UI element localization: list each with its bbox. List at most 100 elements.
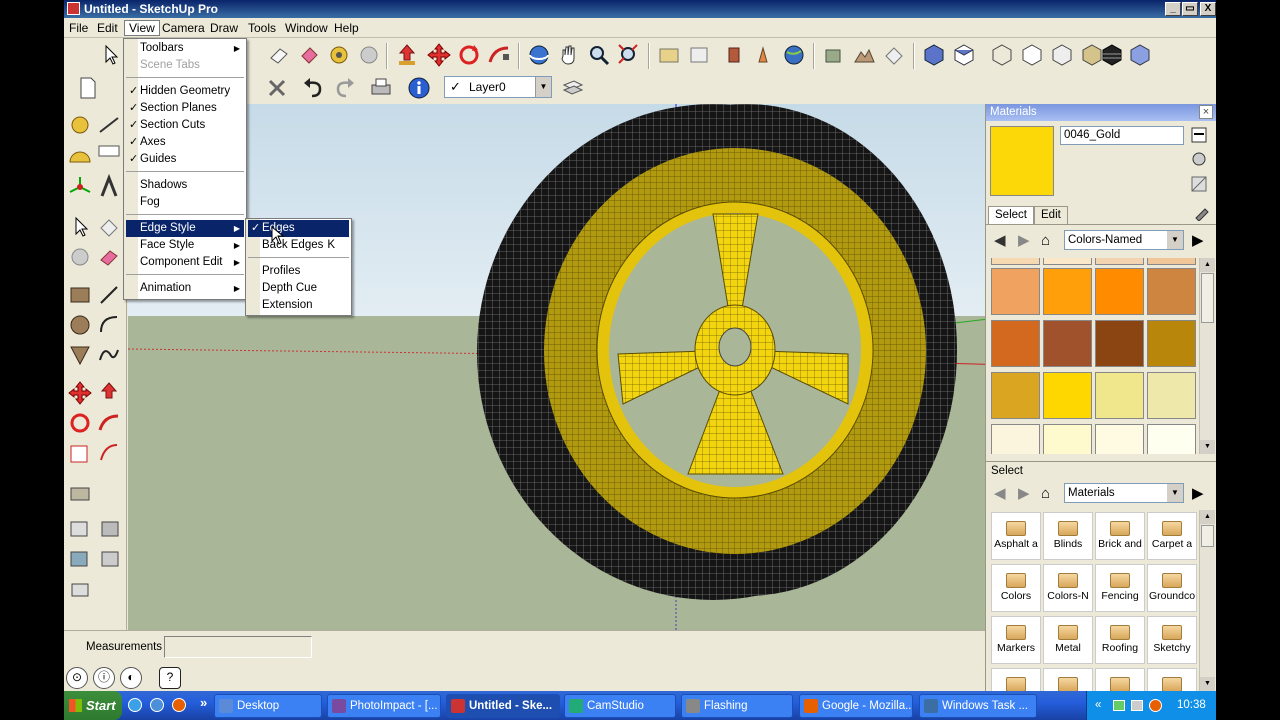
- home-icon[interactable]: ⌂: [1041, 233, 1050, 248]
- help-icon[interactable]: ?: [159, 667, 181, 689]
- display-section-planes-icon[interactable]: [67, 516, 93, 542]
- google-earth-icon[interactable]: [781, 42, 807, 68]
- freehand-icon[interactable]: [96, 342, 122, 368]
- menu-camera[interactable]: Camera: [158, 20, 209, 36]
- add-location-icon[interactable]: [821, 42, 847, 68]
- scroll-up-icon[interactable]: ▲: [1200, 510, 1215, 524]
- menu-edit[interactable]: Edit: [93, 20, 122, 36]
- menu-tools[interactable]: Tools: [244, 20, 280, 36]
- text-label-icon[interactable]: [96, 142, 122, 168]
- wireframe-style-icon[interactable]: [1019, 42, 1045, 68]
- geo-location-icon[interactable]: ⊙: [66, 667, 88, 689]
- forward-arrow-icon[interactable]: ▶: [1018, 486, 1030, 501]
- color-swatch[interactable]: [1043, 372, 1092, 419]
- taskbar-item[interactable]: PhotoImpact - [...: [327, 694, 441, 718]
- default-material-icon[interactable]: [1189, 174, 1209, 194]
- scale-icon[interactable]: [67, 440, 93, 466]
- axes-icon[interactable]: [67, 174, 93, 200]
- xray-style-icon[interactable]: [989, 42, 1015, 68]
- material-folder[interactable]: Metal: [1043, 616, 1093, 664]
- cut-icon[interactable]: [264, 75, 290, 101]
- start-button[interactable]: Start: [64, 691, 122, 720]
- ie-quicklaunch-icon[interactable]: [128, 698, 142, 712]
- menu-item-profiles[interactable]: Profiles: [248, 263, 349, 280]
- top-view-icon[interactable]: [951, 42, 977, 68]
- chevron-down-icon[interactable]: ▼: [535, 77, 551, 97]
- extension-warehouse-icon[interactable]: [751, 42, 777, 68]
- back-arrow-icon[interactable]: ◀: [994, 486, 1006, 501]
- material-folder[interactable]: Colors: [991, 564, 1041, 612]
- quicklaunch-more[interactable]: »: [200, 695, 207, 710]
- taskbar-item[interactable]: Untitled - Ske...: [446, 694, 560, 718]
- user-icon[interactable]: ◐: [120, 667, 142, 689]
- browser-quicklaunch-icon[interactable]: [150, 698, 164, 712]
- circle-icon[interactable]: [67, 312, 93, 338]
- walk-icon[interactable]: [67, 576, 93, 602]
- material-folder[interactable]: Groundco: [1147, 564, 1197, 612]
- material-folder[interactable]: [991, 668, 1041, 691]
- menu-window[interactable]: Window: [281, 20, 332, 36]
- menu-draw[interactable]: Draw: [206, 20, 242, 36]
- model-info-icon[interactable]: [406, 75, 432, 101]
- paint-bucket-icon[interactable]: [296, 42, 322, 68]
- taskbar-item[interactable]: Flashing: [681, 694, 793, 718]
- photo-textures-icon[interactable]: [881, 42, 907, 68]
- color-swatch[interactable]: [991, 258, 1040, 265]
- firefox-tray-icon[interactable]: [1149, 699, 1162, 712]
- color-swatch[interactable]: [1095, 320, 1144, 367]
- line-icon[interactable]: [96, 282, 122, 308]
- share-model-icon[interactable]: [686, 42, 712, 68]
- material-folder[interactable]: Blinds: [1043, 512, 1093, 560]
- scroll-down-icon[interactable]: ▼: [1200, 677, 1215, 691]
- color-swatch[interactable]: [991, 424, 1040, 454]
- arc-icon[interactable]: [96, 312, 122, 338]
- offset-icon[interactable]: [96, 440, 122, 466]
- color-swatch[interactable]: [1147, 372, 1196, 419]
- color-swatch[interactable]: [991, 320, 1040, 367]
- color-swatch[interactable]: [1147, 268, 1196, 315]
- eraser-icon[interactable]: [266, 42, 292, 68]
- maximize-button[interactable]: ▭: [1182, 2, 1198, 16]
- back-arrow-icon[interactable]: ◀: [994, 233, 1006, 248]
- move-icon[interactable]: [67, 380, 93, 406]
- menu-item-shadows[interactable]: Shadows: [126, 177, 244, 194]
- color-swatch[interactable]: [1043, 424, 1092, 454]
- rotate-icon[interactable]: [67, 410, 93, 436]
- scroll-down-icon[interactable]: ▼: [1200, 440, 1215, 454]
- zoom-extents-icon[interactable]: [616, 42, 642, 68]
- 3d-text-icon[interactable]: [96, 173, 122, 200]
- menu-item-guides[interactable]: ✓ Guides: [126, 151, 244, 168]
- layer-manager-icon[interactable]: [560, 75, 586, 101]
- section-plane-icon[interactable]: [67, 480, 93, 506]
- menu-item-animation[interactable]: Animation ▶: [126, 280, 244, 297]
- polygon-icon[interactable]: [67, 342, 93, 368]
- color-swatch[interactable]: [991, 372, 1040, 419]
- menu-item-depth-cue[interactable]: Depth Cue: [248, 280, 349, 297]
- model-viewport[interactable]: [128, 104, 1049, 630]
- swatch-scrollbar[interactable]: ▲ ▼: [1199, 258, 1215, 454]
- material-folder[interactable]: Colors-N: [1043, 564, 1093, 612]
- undo-icon[interactable]: [300, 75, 326, 101]
- scroll-thumb[interactable]: [1201, 273, 1214, 323]
- firefox-quicklaunch-icon[interactable]: [172, 698, 186, 712]
- material-name-field[interactable]: 0046_Gold: [1060, 126, 1184, 145]
- toggle-terrain-icon[interactable]: [851, 42, 877, 68]
- scroll-thumb[interactable]: [1201, 525, 1214, 547]
- tape-measure-icon[interactable]: [326, 42, 352, 68]
- material-folder[interactable]: Sketchy: [1147, 616, 1197, 664]
- material-folder[interactable]: [1043, 668, 1093, 691]
- scroll-up-icon[interactable]: ▲: [1200, 258, 1215, 272]
- secondary-library-select[interactable]: Materials ▼: [1064, 483, 1184, 503]
- create-material-icon[interactable]: [1189, 149, 1209, 169]
- color-swatch[interactable]: [1095, 372, 1144, 419]
- push-pull-grey-icon[interactable]: [356, 42, 382, 68]
- color-swatch[interactable]: [1147, 258, 1196, 265]
- menu-item-edge-style[interactable]: Edge Style ▶: [126, 220, 244, 237]
- material-folder[interactable]: [1095, 668, 1145, 691]
- taskbar-item[interactable]: CamStudio: [564, 694, 676, 718]
- redo-icon[interactable]: [332, 75, 358, 101]
- details-arrow-icon[interactable]: ▶: [1192, 233, 1204, 248]
- minimize-button[interactable]: _: [1165, 2, 1181, 16]
- tape-measure-icon[interactable]: [67, 112, 93, 138]
- folder-scrollbar[interactable]: ▲ ▼: [1199, 510, 1215, 691]
